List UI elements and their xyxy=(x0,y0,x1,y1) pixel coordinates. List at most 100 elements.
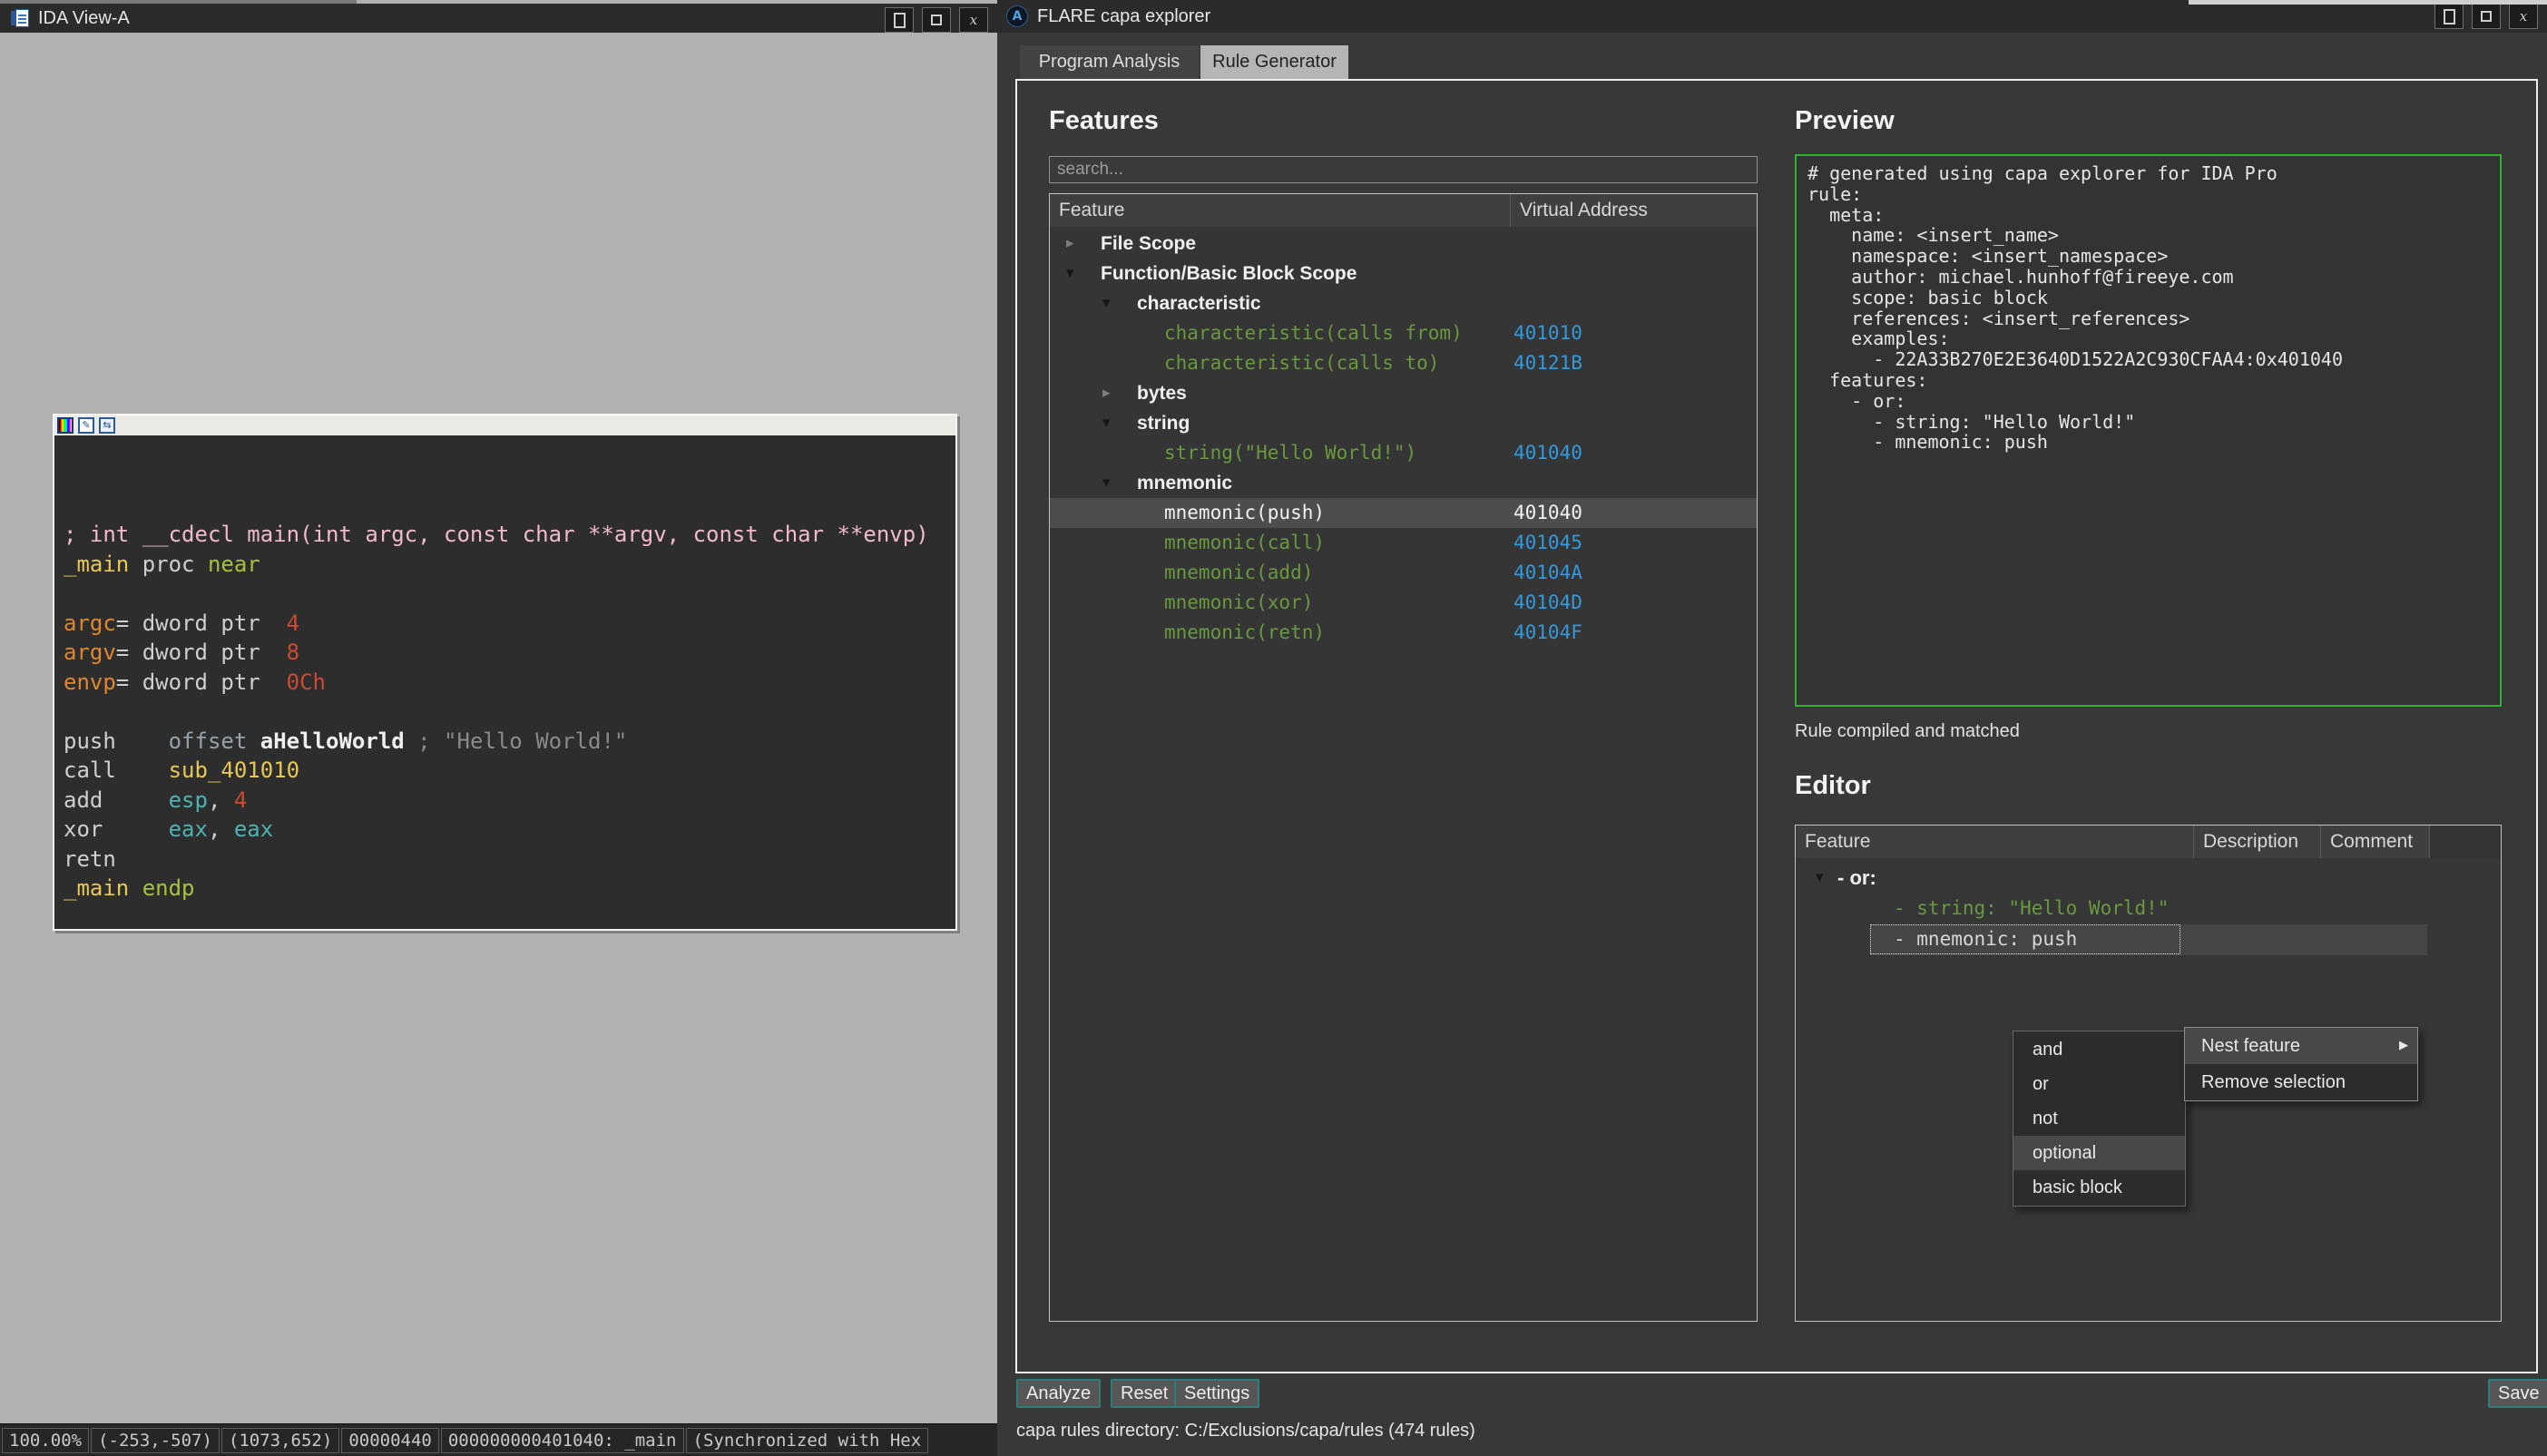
feature-tree-row[interactable]: string("Hello World!")401040 xyxy=(1050,438,1757,468)
rule-preview-text[interactable]: # generated using capa explorer for IDA … xyxy=(1797,156,2500,460)
column-header-feature[interactable]: Feature xyxy=(1050,194,1511,227)
column-header-virtual-address[interactable]: Virtual Address xyxy=(1511,194,1757,227)
feature-tree-row[interactable]: ▾ Function/Basic Block Scope xyxy=(1050,259,1757,288)
save-button[interactable]: Save xyxy=(2488,1379,2547,1408)
disassembly-listing[interactable]: ; int __cdecl main(int argc, const char … xyxy=(54,435,955,904)
feature-tree-row[interactable]: ▾ string xyxy=(1050,408,1757,438)
editor-title: Editor xyxy=(1795,771,1871,801)
tab-program-analysis[interactable]: Program Analysis xyxy=(1020,45,1199,79)
menu-item-and[interactable]: and xyxy=(2013,1032,2185,1067)
chevron-down-icon[interactable]: ▾ xyxy=(1102,288,1111,318)
chevron-down-icon[interactable]: ▾ xyxy=(1066,259,1074,288)
maximize-button[interactable] xyxy=(885,7,914,33)
menu-item-or[interactable]: or xyxy=(2013,1067,2185,1101)
close-icon: x xyxy=(2520,10,2527,24)
editor-table-header[interactable]: Feature Description Comment xyxy=(1796,826,2501,858)
preview-box[interactable]: # generated using capa explorer for IDA … xyxy=(1795,154,2502,707)
virtual-address: 401045 xyxy=(1514,528,1582,558)
chevron-down-icon[interactable]: ▾ xyxy=(1102,408,1111,438)
feature-label: mnemonic(add) xyxy=(1164,558,1313,588)
screen: IDA View-A x ✎ ⇆ ; int __cdecl main(int … xyxy=(0,0,2547,1456)
menu-item-basic-block[interactable]: basic block xyxy=(2013,1170,2185,1205)
chevron-right-icon[interactable]: ▸ xyxy=(1066,229,1074,259)
features-title: Features xyxy=(1049,106,1159,136)
tree-group-label: File Scope xyxy=(1101,229,1196,259)
jump-icon[interactable]: ⇆ xyxy=(99,417,115,434)
restore-icon xyxy=(2481,11,2492,22)
menu-item-not[interactable]: not xyxy=(2013,1101,2185,1136)
chevron-down-icon[interactable]: ▾ xyxy=(1816,863,1824,893)
disassembly-child-window[interactable]: ✎ ⇆ ; int __cdecl main(int argc, const c… xyxy=(53,414,957,931)
search-input[interactable] xyxy=(1049,156,1758,183)
tree-group-label: string xyxy=(1137,408,1190,438)
rule-generator-pane: Features Feature Virtual Address ▸ File S… xyxy=(1015,79,2538,1373)
capa-explorer-window: A FLARE capa explorer x Program Analysis… xyxy=(997,0,2547,1456)
menu-item-nest-feature[interactable]: Nest feature▶ xyxy=(2185,1028,2417,1064)
features-table-header[interactable]: Feature Virtual Address xyxy=(1050,194,1757,227)
virtual-address: 401040 xyxy=(1514,498,1582,528)
edit-icon[interactable]: ✎ xyxy=(78,417,94,434)
close-button[interactable]: x xyxy=(959,7,988,33)
feature-label: characteristic(calls from) xyxy=(1164,318,1463,348)
feature-tree-row[interactable]: mnemonic(retn)40104F xyxy=(1050,618,1757,648)
close-icon: x xyxy=(970,14,977,27)
feature-tree: ▸File Scope▾Function/Basic Block Scope▾c… xyxy=(1050,229,1757,648)
feature-tree-row[interactable]: characteristic(calls from)401010 xyxy=(1050,318,1757,348)
feature-tree-row[interactable]: mnemonic(call)401045 xyxy=(1050,528,1757,558)
virtual-address: 401040 xyxy=(1514,438,1582,468)
capa-maximize-button[interactable] xyxy=(2434,4,2464,29)
rules-directory-status: capa rules directory: C:/Exclusions/capa… xyxy=(1016,1421,1475,1441)
ida-titlebar[interactable]: IDA View-A x xyxy=(0,4,997,33)
tree-group-label: mnemonic xyxy=(1137,468,1232,498)
capa-titlebar[interactable]: A FLARE capa explorer x xyxy=(997,0,2547,33)
reset-button[interactable]: Reset xyxy=(1111,1379,1178,1408)
editor-row-or[interactable]: ▾ - or: xyxy=(1796,863,2501,894)
status-cell: 100.00% xyxy=(2,1428,89,1453)
ida-view-window: IDA View-A x ✎ ⇆ ; int __cdecl main(int … xyxy=(0,0,997,1456)
column-header-comment[interactable]: Comment xyxy=(2321,826,2430,858)
chevron-down-icon[interactable]: ▾ xyxy=(1102,468,1111,498)
feature-tree-row[interactable]: ▾characteristic xyxy=(1050,288,1757,318)
feature-tree-row[interactable]: mnemonic(xor)40104D xyxy=(1050,588,1757,618)
feature-tree-row[interactable]: characteristic(calls to)40121B xyxy=(1050,348,1757,378)
disassembly-toolbar: ✎ ⇆ xyxy=(54,415,955,435)
feature-tree-row[interactable]: ▸bytes xyxy=(1050,378,1757,408)
chevron-right-icon[interactable]: ▸ xyxy=(1102,378,1111,408)
flare-logo-icon: A xyxy=(1006,5,1028,27)
disasm-line xyxy=(64,579,955,609)
capa-close-button[interactable]: x xyxy=(2509,4,2538,29)
colors-icon[interactable] xyxy=(57,417,73,434)
maximize-icon xyxy=(894,13,906,28)
feature-label: mnemonic(push) xyxy=(1164,498,1325,528)
restore-button[interactable] xyxy=(922,7,951,33)
tab-rule-generator[interactable]: Rule Generator xyxy=(1200,45,1348,79)
feature-tree-row[interactable]: mnemonic(push) 401040 xyxy=(1050,498,1757,528)
editor-row-string[interactable]: - string: "Hello World!" xyxy=(1796,894,2501,924)
restore-icon xyxy=(931,15,942,25)
virtual-address: 40104A xyxy=(1514,558,1582,588)
status-cell: 000000000401040: _main xyxy=(441,1428,684,1453)
ida-status-bar: 100.00%(-253,-507)(1073,652)000004400000… xyxy=(0,1423,999,1456)
column-header-feature[interactable]: Feature xyxy=(1796,826,2194,858)
status-cell: (Synchronized with Hex xyxy=(686,1428,929,1453)
feature-tree-row[interactable]: ▸ File Scope xyxy=(1050,229,1757,259)
capa-restore-button[interactable] xyxy=(2472,4,2501,29)
menu-item-optional[interactable]: optional xyxy=(2013,1136,2185,1170)
status-cell: (1073,652) xyxy=(221,1428,339,1453)
disasm-line: add esp, 4 xyxy=(64,786,955,816)
feature-tree-row[interactable]: mnemonic(add) 40104A xyxy=(1050,558,1757,588)
column-header-description[interactable]: Description xyxy=(2194,826,2321,858)
disasm-line: push offset aHelloWorld ; "Hello World!" xyxy=(64,727,955,757)
feature-tree-row[interactable]: ▾ mnemonic xyxy=(1050,468,1757,498)
analyze-button[interactable]: Analyze xyxy=(1016,1379,1101,1408)
editor-row-mnemonic-selected[interactable]: - mnemonic: push xyxy=(1796,924,2501,955)
tree-group-label: Function/Basic Block Scope xyxy=(1101,259,1357,288)
settings-button[interactable]: Settings xyxy=(1174,1379,1259,1408)
disasm-line: call sub_401010 xyxy=(64,756,955,786)
rule-status-text: Rule compiled and matched xyxy=(1795,721,2020,742)
feature-label: mnemonic(retn) xyxy=(1164,618,1325,648)
disasm-line: _main proc near xyxy=(64,550,955,580)
menu-item-remove-selection[interactable]: Remove selection xyxy=(2185,1064,2417,1100)
disasm-line: ; int __cdecl main(int argc, const char … xyxy=(64,520,955,550)
preview-title: Preview xyxy=(1795,106,1895,136)
